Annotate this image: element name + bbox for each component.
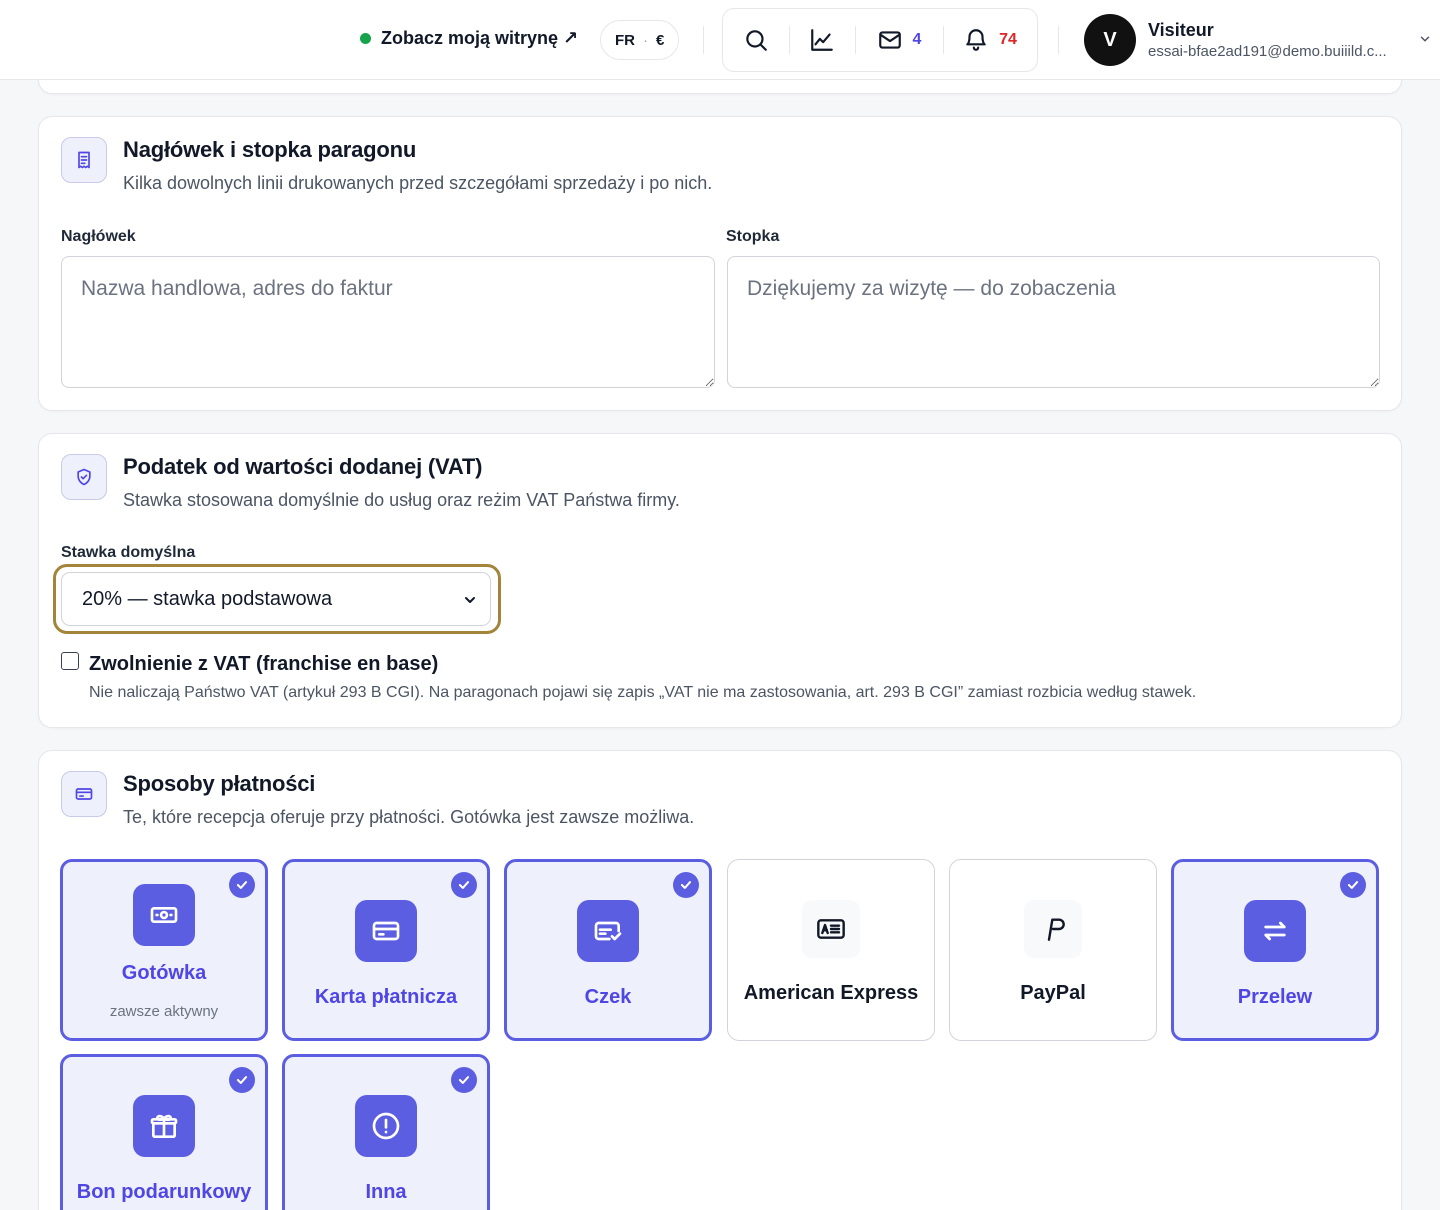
view-site-label: Zobacz moją witrynę ↗	[381, 28, 579, 48]
payment-method-label: PayPal	[1020, 982, 1086, 1004]
chevron-down-icon	[465, 597, 475, 603]
gift-icon	[133, 1095, 195, 1157]
banknote-icon	[133, 884, 195, 946]
payment-method-label: Inna	[365, 1181, 407, 1203]
analytics-button[interactable]	[789, 8, 855, 72]
receipt-icon	[61, 137, 107, 183]
receipt-header-label: Nagłówek	[61, 228, 136, 245]
payment-method-cheque[interactable]: Czek	[504, 859, 712, 1041]
locale-label: FR	[615, 31, 635, 49]
view-site-link[interactable]: Zobacz moją witrynę ↗	[360, 28, 578, 49]
toolbar: 4 74	[722, 8, 1038, 72]
payment-method-other[interactable]: Inna	[282, 1054, 490, 1210]
shield-check-icon	[61, 454, 107, 500]
section-subtitle: Kilka dowolnych linii drukowanych przed …	[123, 173, 713, 193]
vat-exempt-checkbox[interactable]	[61, 652, 79, 670]
chevron-down-icon[interactable]	[1418, 32, 1432, 46]
section-header: Nagłówek i stopka paragonu Kilka dowolny…	[61, 137, 712, 194]
check-icon	[451, 872, 477, 898]
credit-card-icon	[355, 900, 417, 962]
check-icon	[1340, 872, 1366, 898]
receipt-footer-input[interactable]	[727, 256, 1380, 388]
messages-button[interactable]: 4	[855, 8, 943, 72]
bell-icon	[966, 29, 986, 51]
check-icon	[229, 1067, 255, 1093]
section-header: Sposoby płatności Te, które recepcja ofe…	[61, 771, 694, 828]
section-header: Podatek od wartości dodanej (VAT) Stawka…	[61, 454, 680, 511]
default-rate-value: 20% — stawka podstawowa	[82, 587, 333, 610]
payment-method-paypal[interactable]: PayPal	[949, 859, 1157, 1041]
divider	[1058, 26, 1059, 54]
section-title: Nagłówek i stopka paragonu	[123, 137, 417, 162]
user-name: Visiteur	[1148, 20, 1214, 40]
online-status-dot	[360, 33, 371, 44]
user-email: essai-bfae2ad191@demo.buiiild.c...	[1148, 43, 1387, 60]
notifications-count: 74	[999, 31, 1017, 48]
default-rate-label: Stawka domyślna	[61, 544, 196, 561]
mail-icon	[878, 31, 901, 49]
section-title: Sposoby płatności	[123, 771, 316, 796]
payment-method-label: Karta płatnicza	[314, 986, 458, 1008]
vat-exempt-help: Nie naliczają Państwo VAT (artykuł 293 B…	[89, 684, 1197, 701]
amex-card-icon	[802, 900, 860, 958]
search-button[interactable]	[723, 8, 789, 72]
payment-method-label: American Express	[743, 982, 919, 1004]
transfer-arrows-icon	[1244, 900, 1306, 962]
vat-exempt-label[interactable]: Zwolnienie z VAT (franchise en base)	[89, 653, 438, 676]
alert-circle-icon	[355, 1095, 417, 1157]
section-subtitle: Stawka stosowana domyślnie do usług oraz…	[123, 490, 680, 510]
payment-method-label: Przelew	[1237, 986, 1313, 1008]
payment-method-card[interactable]: Karta płatnicza	[282, 859, 490, 1041]
payment-method-note: zawsze aktywny	[109, 1003, 219, 1020]
payment-method-transfer[interactable]: Przelew	[1171, 859, 1379, 1041]
top-bar: Zobacz moją witrynę ↗ FR · € 4 74 V Visi…	[0, 0, 1440, 80]
check-icon	[451, 1067, 477, 1093]
currency-label: €	[656, 31, 665, 49]
payment-method-gift-voucher[interactable]: Bon podarunkowy	[60, 1054, 268, 1210]
wallet-card-icon	[61, 771, 107, 817]
check-icon	[229, 872, 255, 898]
messages-count: 4	[912, 31, 922, 48]
section-subtitle: Te, które recepcja oferuje przy płatnośc…	[123, 807, 695, 827]
locale-currency-switcher[interactable]: FR · €	[600, 20, 680, 60]
payment-method-cash[interactable]: Gotówka zawsze aktywny	[60, 859, 268, 1041]
receipt-header-input[interactable]	[61, 256, 715, 388]
divider	[703, 26, 704, 54]
paypal-icon	[1024, 900, 1082, 958]
receipt-section: Nagłówek i stopka paragonu Kilka dowolny…	[38, 116, 1402, 411]
avatar: V	[1084, 14, 1136, 66]
vat-section: Podatek od wartości dodanej (VAT) Stawka…	[38, 433, 1402, 728]
notifications-button[interactable]: 74	[943, 8, 1037, 72]
check-cheque-icon	[577, 900, 639, 962]
locale-separator: ·	[643, 31, 648, 49]
user-menu[interactable]: V Visiteur essai-bfae2ad191@demo.buiiild…	[1084, 14, 1387, 66]
payment-method-label: Czek	[584, 986, 632, 1008]
default-rate-select[interactable]: 20% — stawka podstawowa	[61, 572, 491, 626]
payment-method-label: Gotówka	[121, 962, 207, 984]
payment-method-label: Bon podarunkowy	[76, 1181, 252, 1203]
section-title: Podatek od wartości dodanej (VAT)	[123, 454, 483, 479]
receipt-footer-label: Stopka	[726, 228, 780, 245]
payment-method-amex[interactable]: American Express	[727, 859, 935, 1041]
check-icon	[673, 872, 699, 898]
line-chart-icon	[811, 29, 833, 51]
search-icon	[746, 30, 767, 51]
